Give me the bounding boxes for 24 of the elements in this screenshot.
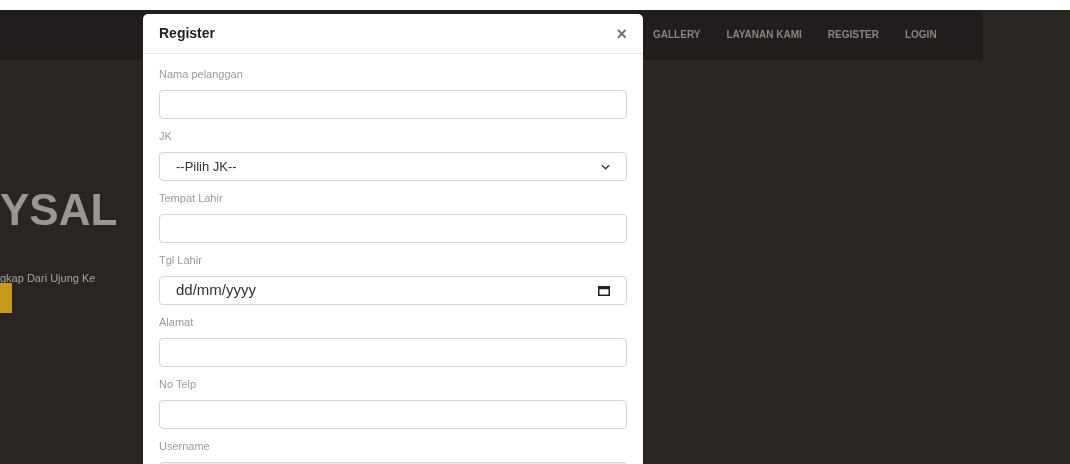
nav-link[interactable]: LAYANAN KAMI — [726, 27, 802, 42]
field-label: Tgl Lahir — [159, 253, 203, 268]
field-label: JK — [159, 129, 173, 144]
field-label: Nama pelanggan — [159, 67, 244, 82]
nav-link[interactable]: LOGIN — [904, 27, 937, 42]
field-label: No Telp — [159, 377, 198, 392]
nav-link[interactable]: GALLERY — [653, 27, 701, 42]
hero-button[interactable] — [0, 283, 12, 313]
input-field[interactable] — [159, 338, 627, 367]
calendar-icon[interactable] — [598, 285, 610, 296]
input-field[interactable] — [159, 400, 627, 429]
nav-link[interactable]: REGISTER — [827, 27, 879, 42]
input-field[interactable] — [159, 90, 627, 119]
input-field[interactable] — [159, 214, 627, 243]
hero-title: YSAL — [0, 188, 118, 232]
field-label: Tempat Lahir — [159, 191, 224, 206]
chevron-down-icon — [601, 163, 610, 170]
close-button[interactable]: × — [616, 24, 627, 43]
field-label: Alamat — [159, 315, 195, 330]
gender-select[interactable]: --Pilih JK-- — [159, 152, 627, 181]
hero-subtitle: gkap Dari Ujung Ke — [0, 271, 97, 286]
dialog-title: Register — [159, 24, 216, 43]
field-label: Username — [159, 439, 211, 454]
date-field[interactable]: dd/mm/yyyy — [159, 276, 627, 305]
